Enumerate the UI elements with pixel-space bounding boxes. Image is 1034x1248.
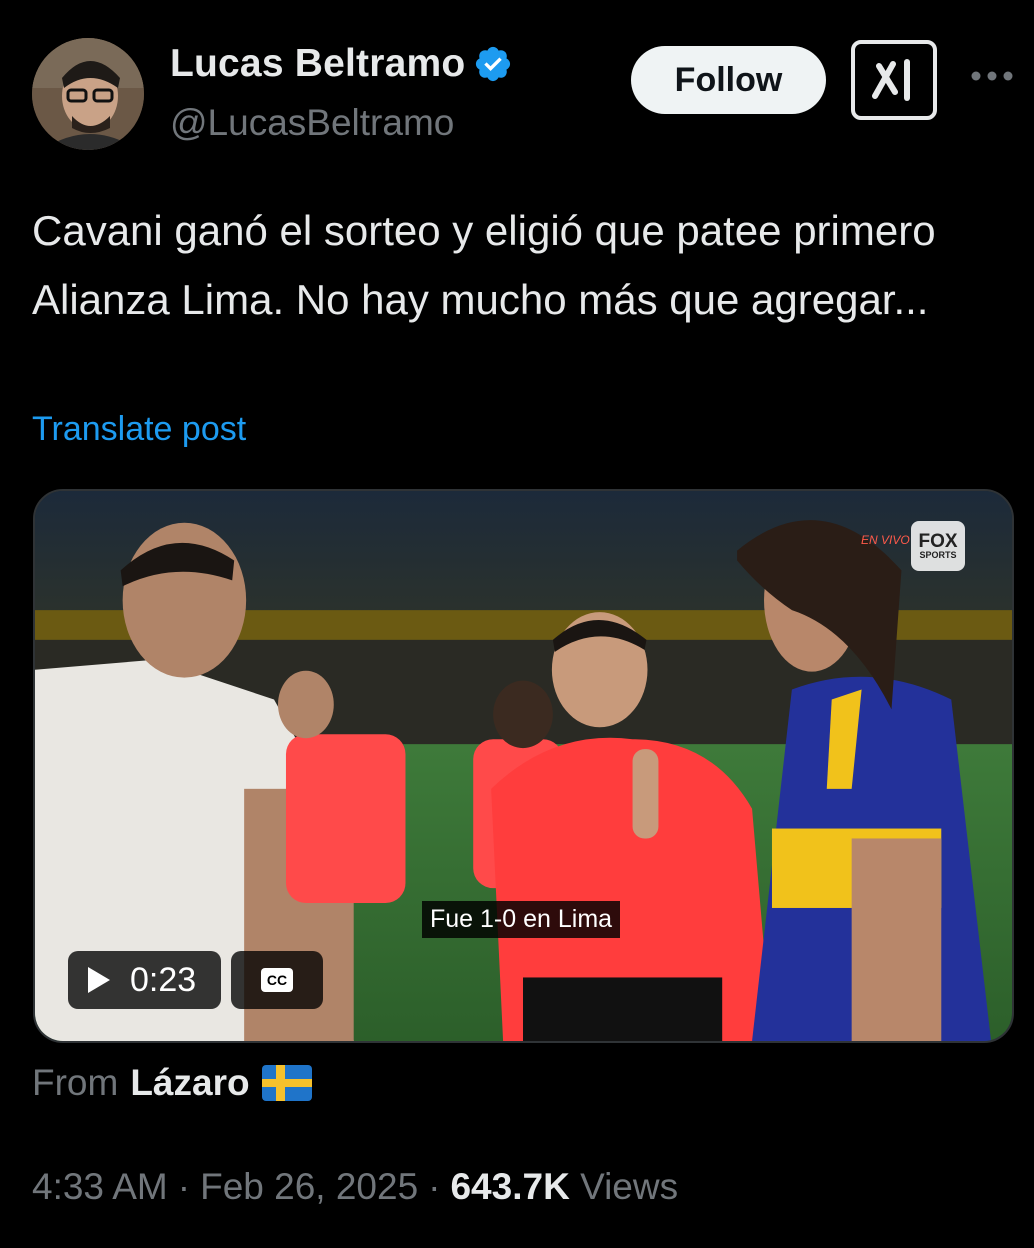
- from-label: From: [32, 1062, 119, 1103]
- broadcaster-logo-line1: FOX: [918, 531, 958, 552]
- sweden-flag-icon: [261, 1065, 312, 1101]
- grok-icon: [872, 59, 910, 101]
- user-avatar: [32, 38, 144, 150]
- author-name-row[interactable]: Lucas Beltramo: [170, 42, 513, 86]
- grok-button[interactable]: [851, 40, 937, 120]
- video-player[interactable]: EN VIVO FOX SPORTS Fue 1-0 en Lima 0:23 …: [33, 489, 1014, 1043]
- post-text: Cavani ganó el sorteo y eligió que patee…: [32, 207, 936, 323]
- more-button[interactable]: [962, 56, 1022, 96]
- translate-post-link[interactable]: Translate post: [32, 410, 246, 449]
- post-meta: 4:33 AM · Feb 26, 2025 · 643.7K Views: [32, 1166, 678, 1208]
- follow-button[interactable]: Follow: [631, 46, 826, 114]
- live-label: EN VIVO: [861, 533, 910, 547]
- author-handle[interactable]: @LucasBeltramo: [170, 102, 454, 144]
- cc-icon: CC: [261, 968, 293, 992]
- broadcaster-logo-line2: SPORTS: [919, 550, 957, 560]
- verified-badge-icon: [476, 46, 511, 82]
- meta-separator: ·: [177, 1166, 191, 1207]
- views-count: 643.7K: [450, 1166, 570, 1207]
- video-timestamp: 0:23: [130, 960, 197, 999]
- play-icon[interactable]: [86, 965, 112, 995]
- post-date[interactable]: Feb 26, 2025: [200, 1166, 418, 1208]
- post-time[interactable]: 4:33 AM: [32, 1166, 168, 1208]
- avatar[interactable]: [32, 38, 144, 150]
- broadcaster-logo: FOX SPORTS: [911, 521, 965, 571]
- play-control[interactable]: 0:23: [68, 951, 221, 1009]
- meta-separator: ·: [428, 1166, 441, 1207]
- from-name[interactable]: Lázaro: [130, 1062, 249, 1104]
- more-dots-icon: [971, 71, 1013, 81]
- video-caption: Fue 1-0 en Lima: [422, 901, 621, 938]
- views-label: Views: [580, 1166, 679, 1207]
- attribution-row[interactable]: From Lázaro: [32, 1062, 312, 1104]
- author-display-name[interactable]: Lucas Beltramo: [170, 42, 465, 86]
- closed-captions-button[interactable]: CC: [231, 951, 323, 1009]
